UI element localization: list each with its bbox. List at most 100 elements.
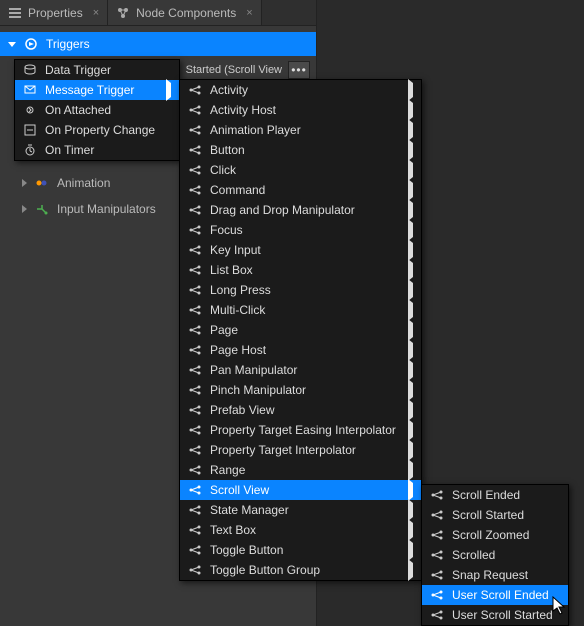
- category-icon: [188, 383, 202, 397]
- menu-item-label: Scroll Zoomed: [452, 528, 529, 542]
- tab-properties-label: Properties: [28, 6, 83, 20]
- menu-item-scroll-zoomed[interactable]: Scroll Zoomed: [422, 525, 568, 545]
- menu-item-label: User Scroll Started: [452, 608, 553, 622]
- menu-item-activity[interactable]: Activity: [180, 80, 421, 100]
- menu-item-label: Text Box: [210, 523, 256, 537]
- menu-item-toggle-button[interactable]: Toggle Button: [180, 540, 421, 560]
- category-icon: [188, 183, 202, 197]
- chevron-right-icon: [408, 523, 413, 537]
- animation-icon: [35, 176, 49, 190]
- category-icon: [188, 423, 202, 437]
- menu-item-page-host[interactable]: Page Host: [180, 340, 421, 360]
- chevron-right-icon: [408, 363, 413, 377]
- category-icon: [188, 103, 202, 117]
- menu-item-scroll-started[interactable]: Scroll Started: [422, 505, 568, 525]
- chevron-right-icon: [408, 543, 413, 557]
- chevron-right-icon: [408, 343, 413, 357]
- menu-item-list-box[interactable]: List Box: [180, 260, 421, 280]
- category-icon: [188, 543, 202, 557]
- menu-item-on-attached[interactable]: On Attached: [15, 100, 179, 120]
- context-menu-scroll-view-events: Scroll Ended Scroll Started Scroll Zoomed S…: [421, 484, 569, 626]
- chevron-right-icon: [408, 243, 413, 257]
- category-icon: [188, 303, 202, 317]
- close-icon[interactable]: ×: [93, 7, 99, 19]
- chevron-right-icon: [408, 483, 413, 497]
- menu-item-label: Page: [210, 323, 238, 337]
- category-icon: [188, 143, 202, 157]
- chevron-right-icon: [22, 205, 27, 213]
- section-triggers-label: Triggers: [46, 37, 90, 51]
- menu-item-prefab-view[interactable]: Prefab View: [180, 400, 421, 420]
- menu-item-message-trigger[interactable]: Message Trigger: [15, 80, 179, 100]
- section-triggers[interactable]: Triggers: [0, 32, 316, 56]
- menu-item-click[interactable]: Click: [180, 160, 421, 180]
- event-icon: [430, 608, 444, 622]
- menu-item-button[interactable]: Button: [180, 140, 421, 160]
- chevron-right-icon: [408, 563, 413, 577]
- menu-item-pinch-manipulator[interactable]: Pinch Manipulator: [180, 380, 421, 400]
- menu-item-user-scroll-ended[interactable]: User Scroll Ended: [422, 585, 568, 605]
- menu-item-on-timer[interactable]: On Timer: [15, 140, 179, 160]
- event-icon: [430, 528, 444, 542]
- menu-item-user-scroll-started[interactable]: User Scroll Started: [422, 605, 568, 625]
- menu-item-activity-host[interactable]: Activity Host: [180, 100, 421, 120]
- menu-item-page[interactable]: Page: [180, 320, 421, 340]
- menu-item-scroll-view[interactable]: Scroll View: [180, 480, 421, 500]
- category-icon: [188, 523, 202, 537]
- chevron-right-icon: [22, 179, 27, 187]
- tab-node-components[interactable]: Node Components ×: [108, 0, 262, 25]
- category-icon: [188, 203, 202, 217]
- menu-item-snap-request[interactable]: Snap Request: [422, 565, 568, 585]
- close-icon[interactable]: ×: [246, 7, 252, 19]
- menu-item-data-trigger[interactable]: Data Trigger: [15, 60, 179, 80]
- menu-item-range[interactable]: Range: [180, 460, 421, 480]
- event-icon: [430, 488, 444, 502]
- menu-item-label: Animation Player: [210, 123, 301, 137]
- menu-item-drag-and-drop-manipulator[interactable]: Drag and Drop Manipulator: [180, 200, 421, 220]
- menu-item-label: Scroll Ended: [452, 488, 520, 502]
- category-icon: [188, 343, 202, 357]
- more-button[interactable]: •••: [288, 61, 310, 79]
- chevron-right-icon: [408, 443, 413, 457]
- category-icon: [188, 403, 202, 417]
- menu-item-scroll-ended[interactable]: Scroll Ended: [422, 485, 568, 505]
- menu-item-state-manager[interactable]: State Manager: [180, 500, 421, 520]
- menu-item-long-press[interactable]: Long Press: [180, 280, 421, 300]
- chevron-right-icon: [408, 83, 413, 97]
- menu-item-on-property-change[interactable]: On Property Change: [15, 120, 179, 140]
- data-trigger-icon: [23, 63, 37, 77]
- menu-item-toggle-button-group[interactable]: Toggle Button Group: [180, 560, 421, 580]
- menu-item-label: Property Target Interpolator: [210, 443, 356, 457]
- menu-item-pan-manipulator[interactable]: Pan Manipulator: [180, 360, 421, 380]
- chevron-down-icon: [8, 42, 16, 47]
- menu-item-label: Key Input: [210, 243, 261, 257]
- menu-item-label: Activity Host: [210, 103, 276, 117]
- chevron-right-icon: [408, 223, 413, 237]
- chevron-right-icon: [408, 143, 413, 157]
- event-icon: [430, 508, 444, 522]
- menu-item-label: Page Host: [210, 343, 266, 357]
- menu-item-scrolled[interactable]: Scrolled: [422, 545, 568, 565]
- menu-item-text-box[interactable]: Text Box: [180, 520, 421, 540]
- tab-properties[interactable]: Properties ×: [0, 0, 108, 25]
- menu-item-label: Message Trigger: [45, 83, 134, 97]
- menu-item-command[interactable]: Command: [180, 180, 421, 200]
- menu-item-multi-click[interactable]: Multi-Click: [180, 300, 421, 320]
- category-icon: [188, 83, 202, 97]
- menu-item-animation-player[interactable]: Animation Player: [180, 120, 421, 140]
- chevron-right-icon: [166, 83, 171, 97]
- menu-item-label: On Property Change: [45, 123, 155, 137]
- menu-item-label: Click: [210, 163, 236, 177]
- chevron-right-icon: [408, 263, 413, 277]
- menu-item-label: List Box: [210, 263, 253, 277]
- menu-item-property-target-interpolator[interactable]: Property Target Interpolator: [180, 440, 421, 460]
- menu-item-focus[interactable]: Focus: [180, 220, 421, 240]
- category-icon: [188, 283, 202, 297]
- trigger-icon: [24, 37, 38, 51]
- menu-item-label: Pan Manipulator: [210, 363, 297, 377]
- menu-item-key-input[interactable]: Key Input: [180, 240, 421, 260]
- menu-item-property-target-easing-interpolator[interactable]: Property Target Easing Interpolator: [180, 420, 421, 440]
- menu-item-label: Drag and Drop Manipulator: [210, 203, 355, 217]
- chevron-right-icon: [408, 183, 413, 197]
- menu-item-label: Long Press: [210, 283, 271, 297]
